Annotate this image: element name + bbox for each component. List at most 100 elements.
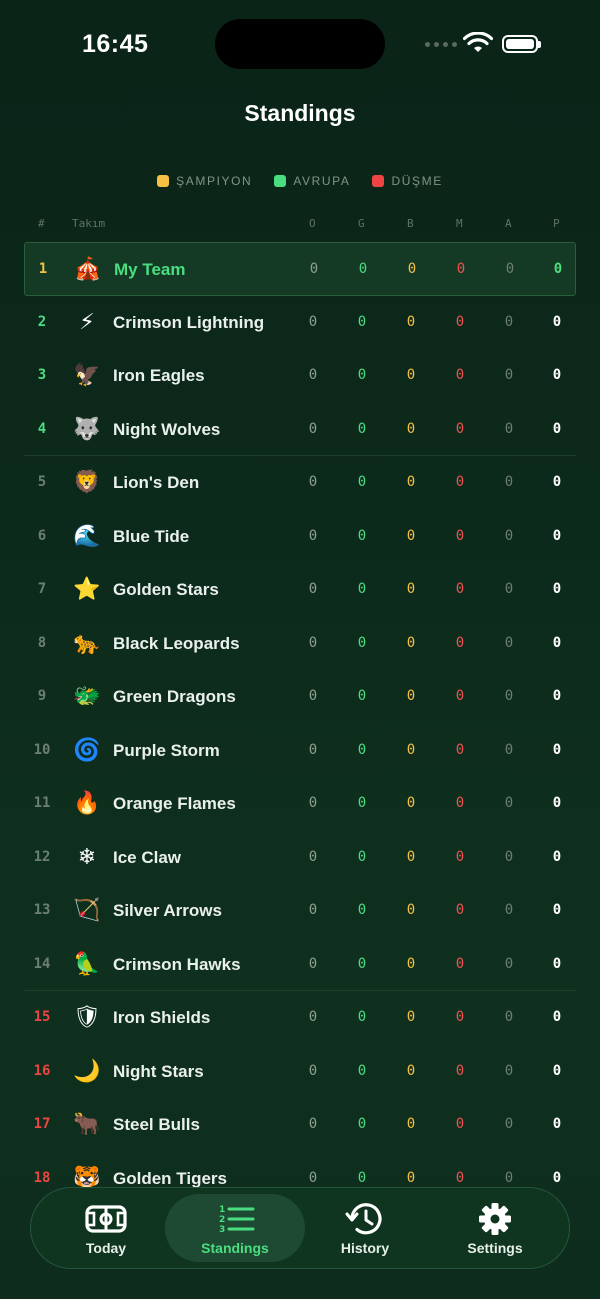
- drawn-cell: 0: [406, 795, 416, 811]
- lost-cell: 0: [455, 474, 465, 490]
- average-cell: 0: [504, 955, 514, 972]
- lost-cell: 0: [455, 420, 465, 437]
- drawn-cell: 0: [407, 261, 417, 277]
- table-row[interactable]: 6 🌊 Blue Tide 0 0 0 0 0 0: [24, 510, 576, 564]
- team-name: Golden Stars: [113, 580, 219, 599]
- table-row[interactable]: 10 🌀 Purple Storm 0 0 0 0 0 0: [24, 724, 576, 778]
- legend-item-champion: ŞAMPIYON: [157, 174, 252, 188]
- lost-cell: 0: [455, 795, 465, 811]
- team-emblem-icon: 🛡: [73, 1005, 101, 1030]
- points-cell: 0: [552, 902, 562, 918]
- table-row[interactable]: 12 ❄ Ice Claw 0 0 0 0 0 0: [24, 831, 576, 885]
- tab-history[interactable]: History: [295, 1194, 435, 1262]
- table-row[interactable]: 2 ⚡ Crimson Lightning 0 0 0 0 0 0: [24, 296, 576, 350]
- won-cell: 0: [357, 848, 367, 865]
- lost-cell: 0: [455, 527, 465, 544]
- team-name: Iron Eagles: [113, 366, 205, 385]
- average-cell: 0: [504, 688, 514, 704]
- played-cell: 0: [308, 1169, 318, 1186]
- rank-cell: 15: [33, 1009, 51, 1025]
- drawn-cell: 0: [406, 420, 416, 437]
- team-name: Black Leopards: [113, 633, 240, 653]
- points-cell: 0: [552, 741, 562, 758]
- team-name: Green Dragons: [113, 687, 236, 706]
- table-row[interactable]: 5 🦁 Lion's Den 0 0 0 0 0 0: [24, 456, 576, 510]
- table-row[interactable]: 13 🏹 Silver Arrows 0 0 0 0 0 0: [24, 884, 576, 938]
- status-bar: 16:45: [0, 0, 600, 90]
- header-points: P: [553, 217, 560, 230]
- page-title: Standings: [244, 100, 356, 126]
- table-row[interactable]: 16 🌙 Night Stars 0 0 0 0 0 0: [24, 1045, 576, 1099]
- team-emblem-icon: 🌙: [73, 1058, 101, 1084]
- lost-cell: 0: [455, 1169, 465, 1186]
- points-cell: 0: [553, 261, 563, 277]
- average-cell: 0: [504, 581, 514, 597]
- points-cell: 0: [552, 581, 562, 597]
- played-cell: 0: [308, 1062, 318, 1079]
- rank-cell: 9: [37, 688, 47, 704]
- legend-swatch: [372, 175, 385, 187]
- won-cell: 0: [357, 474, 367, 490]
- tab-settings[interactable]: Settings: [425, 1194, 565, 1262]
- legend-swatch: [157, 175, 170, 187]
- table-row[interactable]: 14 🦜 Crimson Hawks 0 0 0 0 0 0: [24, 938, 576, 991]
- points-cell: 0: [552, 527, 562, 544]
- table-row[interactable]: 11 🔥 Orange Flames 0 0 0 0 0 0: [24, 777, 576, 831]
- lost-cell: 0: [455, 1009, 465, 1025]
- table-row[interactable]: 4 🐺 Night Wolves 0 0 0 0 0 0: [24, 403, 576, 456]
- tab-label: Today: [85, 1240, 127, 1256]
- played-cell: 0: [308, 634, 318, 651]
- tab-standings[interactable]: 1 2 3 Standings: [165, 1194, 305, 1262]
- rank-cell: 10: [33, 741, 51, 758]
- table-row[interactable]: 15 🛡 Iron Shields 0 0 0 0 0 0: [24, 991, 576, 1045]
- drawn-cell: 0: [406, 1009, 416, 1025]
- rank-cell: 5: [37, 474, 47, 490]
- average-cell: 0: [504, 527, 514, 544]
- cellular-signal-icon: [425, 42, 457, 47]
- rank-cell: 1: [38, 261, 48, 277]
- legend-label: DÜŞME: [391, 174, 443, 188]
- table-row[interactable]: 8 🐆 Black Leopards 0 0 0 0 0 0: [24, 617, 576, 671]
- header-team: Takım: [72, 217, 106, 230]
- points-cell: 0: [552, 634, 562, 651]
- tab-label: Settings: [467, 1240, 523, 1256]
- legend-label: ŞAMPIYON: [176, 174, 253, 188]
- rank-cell: 18: [33, 1169, 51, 1186]
- drawn-cell: 0: [406, 527, 416, 544]
- drawn-cell: 0: [406, 474, 416, 490]
- rank-cell: 12: [33, 848, 51, 865]
- drawn-cell: 0: [406, 955, 416, 972]
- played-cell: 0: [308, 741, 318, 758]
- rank-cell: 2: [37, 313, 47, 330]
- field-icon: [85, 1205, 127, 1233]
- team-name: Purple Storm: [113, 740, 220, 760]
- tab-bar: Today 1 2 3 Standings History Settings: [30, 1187, 570, 1269]
- lost-cell: 0: [455, 688, 465, 704]
- won-cell: 0: [357, 1009, 367, 1025]
- played-cell: 0: [308, 955, 318, 972]
- average-cell: 0: [504, 420, 514, 437]
- points-cell: 0: [552, 420, 562, 437]
- won-cell: 0: [357, 581, 367, 597]
- team-emblem-icon: 🦜: [73, 951, 101, 977]
- table-row[interactable]: 1 🎪 My Team 0 0 0 0 0 0: [24, 242, 576, 296]
- table-row[interactable]: 17 🐂 Steel Bulls 0 0 0 0 0 0: [24, 1098, 576, 1152]
- rank-cell: 8: [37, 634, 47, 651]
- standings-table: 1 🎪 My Team 0 0 0 0 0 0 2 ⚡ Crimson Lightning 0 0 0 0 0 0…: [24, 242, 576, 1205]
- table-row[interactable]: 9 🐲 Green Dragons 0 0 0 0 0 0: [24, 670, 576, 724]
- tab-today[interactable]: Today: [36, 1194, 176, 1262]
- lost-cell: 0: [455, 902, 465, 918]
- team-emblem-icon: ❄: [77, 844, 97, 870]
- rank-cell: 17: [33, 1116, 51, 1132]
- drawn-cell: 0: [406, 688, 416, 704]
- header-played: O: [309, 217, 316, 230]
- drawn-cell: 0: [406, 367, 416, 383]
- table-row[interactable]: 3 🦅 Iron Eagles 0 0 0 0 0 0: [24, 349, 576, 403]
- rank-cell: 11: [33, 795, 51, 811]
- average-cell: 0: [504, 1009, 514, 1025]
- team-name: My Team: [114, 260, 186, 279]
- table-row[interactable]: 7 ⭐ Golden Stars 0 0 0 0 0 0: [24, 563, 576, 617]
- rank-cell: 13: [33, 902, 51, 918]
- played-cell: 0: [308, 313, 318, 330]
- drawn-cell: 0: [406, 902, 416, 918]
